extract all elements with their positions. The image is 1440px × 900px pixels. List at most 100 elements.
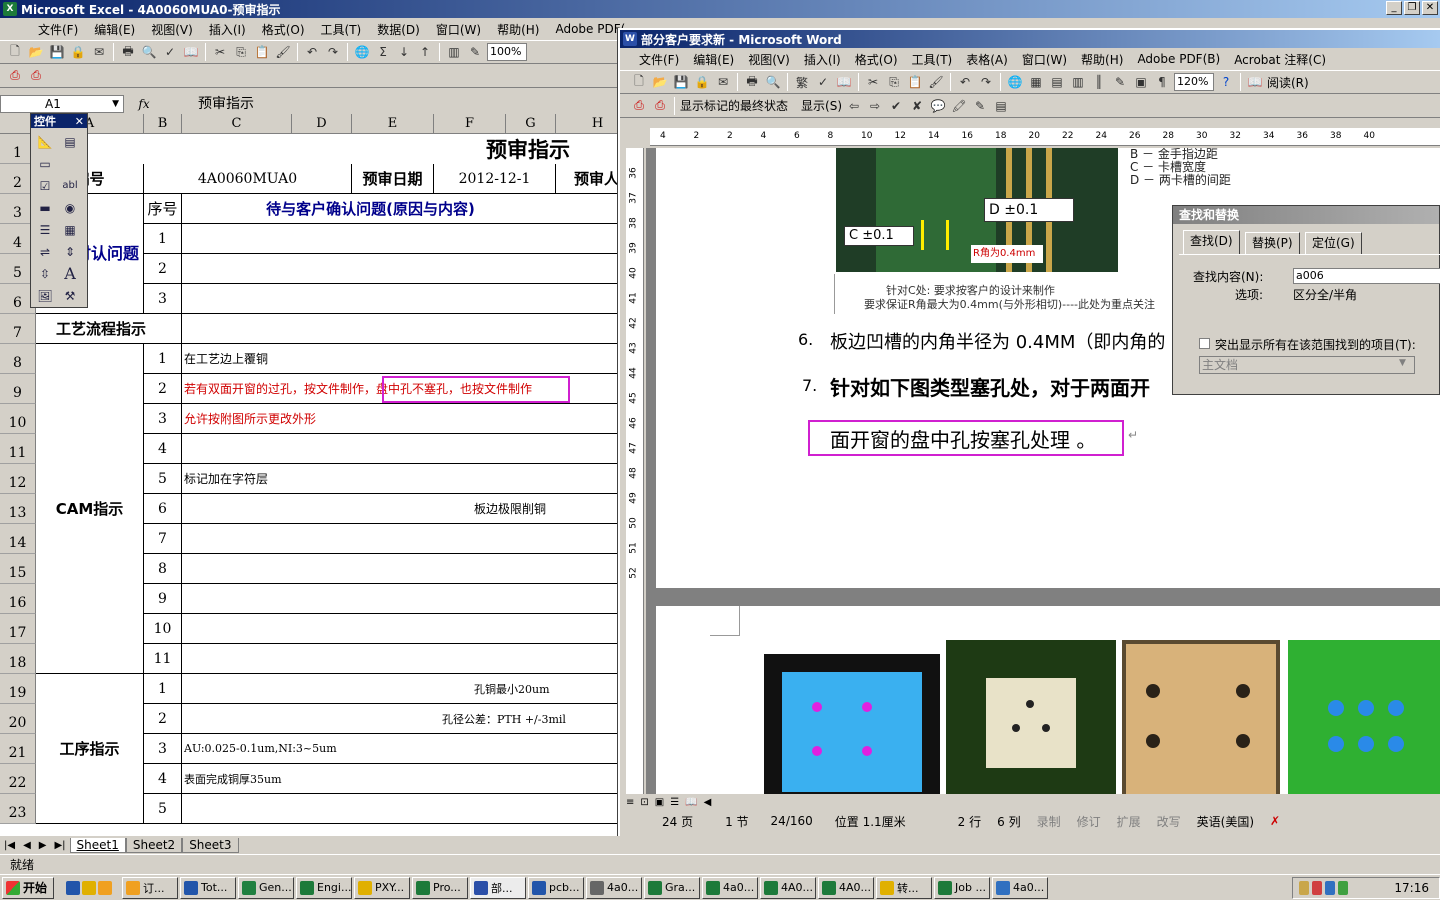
excel-menu-item[interactable]: 窗口(W): [428, 21, 489, 38]
cam-instruction-cell[interactable]: [182, 644, 617, 674]
cam-instruction-cell[interactable]: 允许按附图所示更改外形: [182, 404, 617, 434]
seq-number[interactable]: 9: [144, 584, 182, 614]
word-menu-item[interactable]: 插入(I): [797, 51, 848, 68]
row-header[interactable]: 10: [0, 404, 36, 434]
taskbar-button[interactable]: Pro...: [412, 876, 468, 899]
tab-goto[interactable]: 定位(G): [1305, 232, 1362, 254]
taskbar-button[interactable]: pcb...: [528, 876, 584, 899]
seq-number[interactable]: 5: [144, 464, 182, 494]
redo-icon[interactable]: ↷: [977, 73, 995, 91]
view-code-icon[interactable]: ▭: [35, 154, 55, 173]
outline-view-icon[interactable]: ☰: [670, 797, 679, 808]
show-menu[interactable]: 显示(S): [801, 97, 842, 114]
taskbar-button[interactable]: 订...: [122, 876, 178, 899]
close-icon[interactable]: ✕: [75, 115, 84, 128]
row-header[interactable]: 22: [0, 764, 36, 794]
seq-number[interactable]: 1: [144, 224, 182, 254]
seq-number[interactable]: 8: [144, 554, 182, 584]
previous-change-icon[interactable]: ⇦: [845, 97, 863, 115]
button-control-icon[interactable]: ▬: [35, 198, 55, 217]
taskbar-button[interactable]: 4a0...: [586, 876, 642, 899]
reject-change-icon[interactable]: ✘: [908, 97, 926, 115]
design-mode-icon[interactable]: 📐: [35, 132, 55, 151]
show-hide-icon[interactable]: ¶: [1153, 73, 1171, 91]
operation-cell[interactable]: 孔径公差：PTH +/-3mil: [182, 704, 617, 734]
normal-view-icon[interactable]: ≡: [626, 797, 634, 808]
cam-instruction-cell[interactable]: 板边极限削铜: [182, 494, 617, 524]
print-icon[interactable]: 🖶: [119, 43, 137, 61]
accept-change-icon[interactable]: ✔: [887, 97, 905, 115]
seq-number[interactable]: 2: [144, 254, 182, 284]
document-page-2[interactable]: [656, 606, 1440, 794]
excel-menu-item[interactable]: 帮助(H): [489, 21, 547, 38]
save-icon[interactable]: 💾: [672, 73, 690, 91]
operation-cell[interactable]: [182, 794, 617, 824]
highlight-icon[interactable]: 🖍: [950, 97, 968, 115]
seq-number[interactable]: 5: [144, 794, 182, 824]
section-cam[interactable]: CAM指示: [36, 344, 144, 674]
find-input[interactable]: a006: [1293, 268, 1440, 284]
reading-view-icon[interactable]: 📖: [685, 797, 697, 808]
scope-select[interactable]: 主文档: [1199, 356, 1415, 374]
word-menu-item[interactable]: 视图(V): [741, 51, 797, 68]
copy-icon[interactable]: ⎘: [885, 73, 903, 91]
word-menu-item[interactable]: 文件(F): [632, 51, 686, 68]
format-painter-icon[interactable]: 🖌: [274, 43, 292, 61]
pdf-email-icon[interactable]: ⎙: [27, 67, 45, 85]
row-header[interactable]: 19: [0, 674, 36, 704]
cam-instruction-cell[interactable]: 在工艺边上覆铜: [182, 344, 617, 374]
research-icon[interactable]: 📖: [835, 73, 853, 91]
excel-menu-item[interactable]: 格式(O): [254, 21, 313, 38]
reviewing-pane-icon[interactable]: ▤: [992, 97, 1010, 115]
read-icon[interactable]: 📖: [1246, 73, 1264, 91]
spin-control-icon[interactable]: ⇕: [60, 242, 80, 261]
scroll-left-icon[interactable]: ◀: [704, 797, 712, 808]
excel-menu-item[interactable]: 编辑(E): [86, 21, 143, 38]
seq-number[interactable]: 3: [144, 404, 182, 434]
taskbar-button[interactable]: 4A0...: [818, 876, 874, 899]
print-layout-icon[interactable]: ▣: [655, 797, 664, 808]
row-header[interactable]: 8: [0, 344, 36, 374]
paste-icon[interactable]: 📋: [253, 43, 271, 61]
label-review-date[interactable]: 预审日期: [352, 164, 434, 194]
clock[interactable]: 17:16: [1394, 881, 1429, 895]
seq-number[interactable]: 6: [144, 494, 182, 524]
status-language[interactable]: 英语(美国): [1189, 813, 1262, 830]
excel-zoom-box[interactable]: 100%: [487, 43, 527, 61]
word-menu-item[interactable]: 格式(O): [848, 51, 905, 68]
image-control-icon[interactable]: 🖼: [35, 286, 55, 305]
permission-icon[interactable]: 🔒: [69, 43, 87, 61]
row-header[interactable]: 13: [0, 494, 36, 524]
label-sequence[interactable]: 序号: [144, 194, 182, 224]
tray-icon-4[interactable]: [1338, 880, 1348, 895]
chevron-down-icon[interactable]: ▼: [1399, 358, 1406, 368]
part-number-cell[interactable]: 4A0060MUA0: [144, 164, 352, 194]
review-date-cell[interactable]: 2012-12-1: [434, 164, 556, 194]
new-icon[interactable]: 🗋: [6, 43, 24, 61]
autosum-icon[interactable]: Σ: [374, 43, 392, 61]
first-sheet-icon[interactable]: |◀: [0, 840, 19, 851]
tables-borders-icon[interactable]: ▦: [1027, 73, 1045, 91]
open-icon[interactable]: 📂: [27, 43, 45, 61]
spelling-icon[interactable]: ✓: [161, 43, 179, 61]
seq-number[interactable]: 7: [144, 524, 182, 554]
row-header[interactable]: 23: [0, 794, 36, 824]
taskbar-button[interactable]: 4A0...: [760, 876, 816, 899]
row-header[interactable]: 9: [0, 374, 36, 404]
seq-number[interactable]: 11: [144, 644, 182, 674]
sort-desc-icon[interactable]: ↑: [416, 43, 434, 61]
spelling-status-icon[interactable]: ✗: [1262, 814, 1288, 828]
row-header[interactable]: 21: [0, 734, 36, 764]
redo-icon[interactable]: ↷: [324, 43, 342, 61]
sheet-tab[interactable]: Sheet2: [125, 837, 183, 853]
status-track[interactable]: 修订: [1069, 813, 1109, 830]
document-map-icon[interactable]: ▣: [1132, 73, 1150, 91]
insert-table-icon[interactable]: ▤: [1048, 73, 1066, 91]
research-icon[interactable]: 📖: [182, 43, 200, 61]
excel-menu-item[interactable]: 工具(T): [313, 21, 370, 38]
tab-find[interactable]: 查找(D): [1183, 230, 1240, 254]
seq-number[interactable]: 10: [144, 614, 182, 644]
word-menu-item[interactable]: Acrobat 注释(C): [1227, 51, 1333, 68]
cam-instruction-cell[interactable]: 标记加在字符层: [182, 464, 617, 494]
seq-number[interactable]: 2: [144, 374, 182, 404]
